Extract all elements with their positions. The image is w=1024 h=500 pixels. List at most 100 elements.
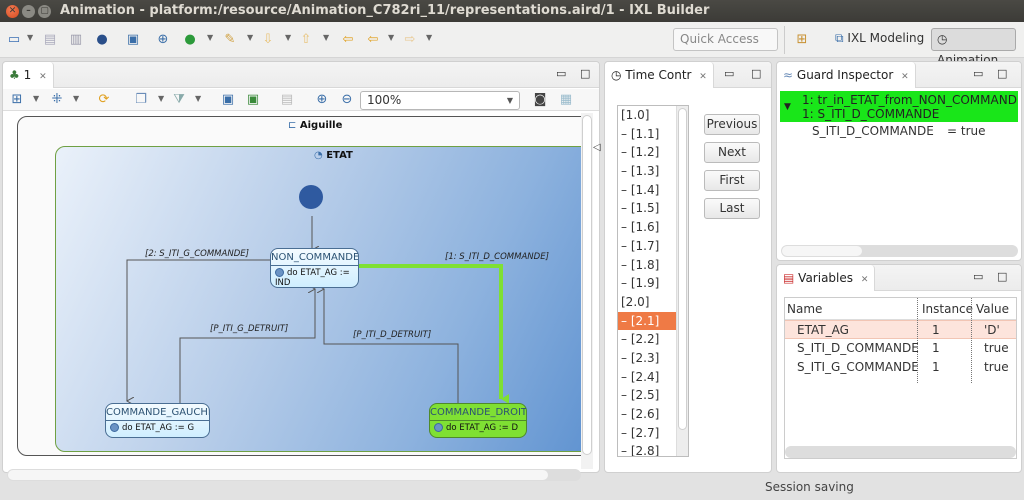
zoom-in-icon[interactable]: ⊕ [314,92,330,108]
filter-icon[interactable]: ⧩ [171,92,187,108]
action-icon [110,423,119,432]
time-steps-list[interactable]: [1.0] – [1.1] – [1.2] – [1.3] – [1.4] – [1.5]… [617,105,689,457]
maximize-icon[interactable]: □ [997,67,1007,80]
column-header-name[interactable]: Name [787,298,822,320]
canvas-vertical-scrollbar[interactable] [581,113,593,469]
new-dropdown-arrow[interactable]: ▼ [27,33,33,42]
zoom-level-select[interactable]: 100% ▼ [360,91,520,110]
guard-horizontal-scrollbar[interactable] [781,245,1018,257]
window-maximize-button[interactable]: ▢ [38,5,51,18]
guard-entry[interactable]: ▼ 1: tr_in_ETAT_from_NON_COMMANDE_ 1: S_… [780,91,1018,122]
transition-gauche-to-non[interactable] [179,289,315,403]
perspective-animation[interactable]: ◷ Animation [931,28,1016,67]
chevron-down-icon: ▼ [506,96,513,105]
refresh-icon[interactable]: ⟳ [96,92,112,108]
tab-label: Time Contr [625,68,692,82]
guard-label: [1: S_ITI_D_COMMANDE] [445,252,549,262]
pin-icon[interactable]: ▣ [220,92,236,108]
diagram-toolbar: ⊞ ▼ ⁜ ▼ ⟳ ❐ ▼ ⧩ ▼ ▣ ▣ ▤ ⊕ ⊖ 100% ▼ ◙ ▦ [3,89,599,111]
publish-icon[interactable]: ● [94,32,110,48]
list-scrollbar[interactable] [676,106,688,456]
save-all-icon[interactable]: ▥ [68,32,84,48]
maximize-icon[interactable]: □ [580,67,590,80]
layers-dropdown[interactable]: ▼ [158,94,164,103]
outline-icon[interactable]: ▦ [558,92,574,108]
new-wizard-icon[interactable]: ▭ [6,32,22,48]
add-debug-icon[interactable]: ⊕ [155,32,171,48]
window-close-button[interactable]: ✕ [6,5,19,18]
time-control-tab-header: ◷ Time Contr ✕ ▭ □ [605,62,771,88]
tab-diagram-1[interactable]: ♣ 1 ✕ [3,62,54,88]
close-tab-icon[interactable]: ✕ [39,72,47,82]
run-icon[interactable]: ● [182,32,198,48]
back-icon[interactable]: ⇦ [365,32,381,48]
paste-format-icon[interactable]: ▤ [279,92,295,108]
next-annotation-icon[interactable]: ⇩ [260,32,276,48]
arrange-dropdown[interactable]: ▼ [33,94,39,103]
forward-dropdown-arrow[interactable]: ▼ [426,33,432,42]
minimize-icon[interactable]: ▭ [973,67,983,80]
expand-triangle-icon[interactable]: ▼ [784,100,791,114]
camera-icon[interactable]: ◙ [532,92,548,108]
console-icon[interactable]: ▣ [125,32,141,48]
arrange-icon[interactable]: ⊞ [9,92,25,108]
table-row[interactable]: S_ITI_G_COMMANDE 1 true [785,358,1016,377]
state-commande-droite[interactable]: COMMANDE_DROITE do ETAT_AG := D [429,403,527,438]
state-commande-gauche[interactable]: COMMANDE_GAUCHE do ETAT_AG := G [105,403,210,438]
minimize-icon[interactable]: ▭ [556,67,566,80]
scrollbar-thumb[interactable] [782,246,862,256]
open-perspective-icon[interactable]: ⊞ [794,32,810,48]
scrollbar-thumb[interactable] [582,115,592,455]
first-button[interactable]: First [704,170,760,191]
editor-tab-header: ♣ 1 ✕ ▭ □ [3,62,599,88]
canvas-horizontal-scrollbar[interactable] [7,469,581,481]
tab-variables[interactable]: ▤ Variables ✕ [777,265,876,291]
forward-icon[interactable]: ⇨ [402,32,418,48]
brush-dropdown-arrow[interactable]: ▼ [247,33,253,42]
quick-access-input[interactable]: Quick Access [673,28,778,51]
previous-annotation-icon[interactable]: ⇧ [298,32,314,48]
close-tab-icon[interactable]: ✕ [699,72,707,82]
maximize-icon[interactable]: □ [751,67,761,80]
last-edit-icon[interactable]: ⇦ [340,32,356,48]
scrollbar-thumb[interactable] [678,108,687,430]
table-row[interactable]: S_ITI_D_COMMANDE 1 true [785,339,1016,358]
column-header-instance[interactable]: Instance [922,298,973,320]
transition-droite-to-non[interactable] [324,289,459,403]
unpin-icon[interactable]: ▣ [245,92,261,108]
next-annotation-dropdown[interactable]: ▼ [285,33,291,42]
initial-state[interactable] [299,185,323,209]
save-icon[interactable]: ▤ [42,32,58,48]
minimize-icon: – [26,6,31,16]
previous-annotation-dropdown[interactable]: ▼ [323,33,329,42]
run-dropdown-arrow[interactable]: ▼ [207,33,213,42]
tab-guard-inspector[interactable]: ≈ Guard Inspector ✕ [777,62,916,88]
scrollbar-thumb[interactable] [8,470,548,480]
perspective-ixl-modeling[interactable]: ⧉ IXL Modeling [830,28,929,51]
previous-button[interactable]: Previous [704,114,760,135]
diagram-canvas[interactable]: ⊏ Aiguille ◔ ETAT [2: S_ITI_G_COMMANDE] … [7,113,581,469]
tab-time-control[interactable]: ◷ Time Contr ✕ [605,62,714,88]
select-all-icon[interactable]: ⁜ [49,92,65,108]
close-tab-icon[interactable]: ✕ [861,275,869,285]
maximize-icon[interactable]: □ [997,270,1007,283]
filter-dropdown[interactable]: ▼ [195,94,201,103]
palette-collapse-icon[interactable]: ◁ [593,142,603,172]
layers-icon[interactable]: ❐ [133,92,149,108]
next-button[interactable]: Next [704,142,760,163]
guard-variable-name: S_ITI_D_COMMANDE [812,124,934,138]
close-tab-icon[interactable]: ✕ [901,72,909,82]
brush-icon[interactable]: ✎ [222,32,238,48]
select-dropdown[interactable]: ▼ [73,94,79,103]
column-header-value[interactable]: Value [976,298,1009,320]
minimize-icon[interactable]: ▭ [724,67,734,80]
table-row[interactable]: ETAT_AG 1 'D' [785,320,1016,339]
back-dropdown-arrow[interactable]: ▼ [388,33,394,42]
minimize-icon[interactable]: ▭ [973,270,983,283]
state-name: COMMANDE_DROITE [430,404,526,421]
state-non-commande[interactable]: NON_COMMANDE do ETAT_AG := IND [270,248,359,288]
window-minimize-button[interactable]: – [22,5,35,18]
variables-horizontal-scrollbar[interactable] [785,446,1016,458]
last-button[interactable]: Last [704,198,760,219]
zoom-out-icon[interactable]: ⊖ [339,92,355,108]
